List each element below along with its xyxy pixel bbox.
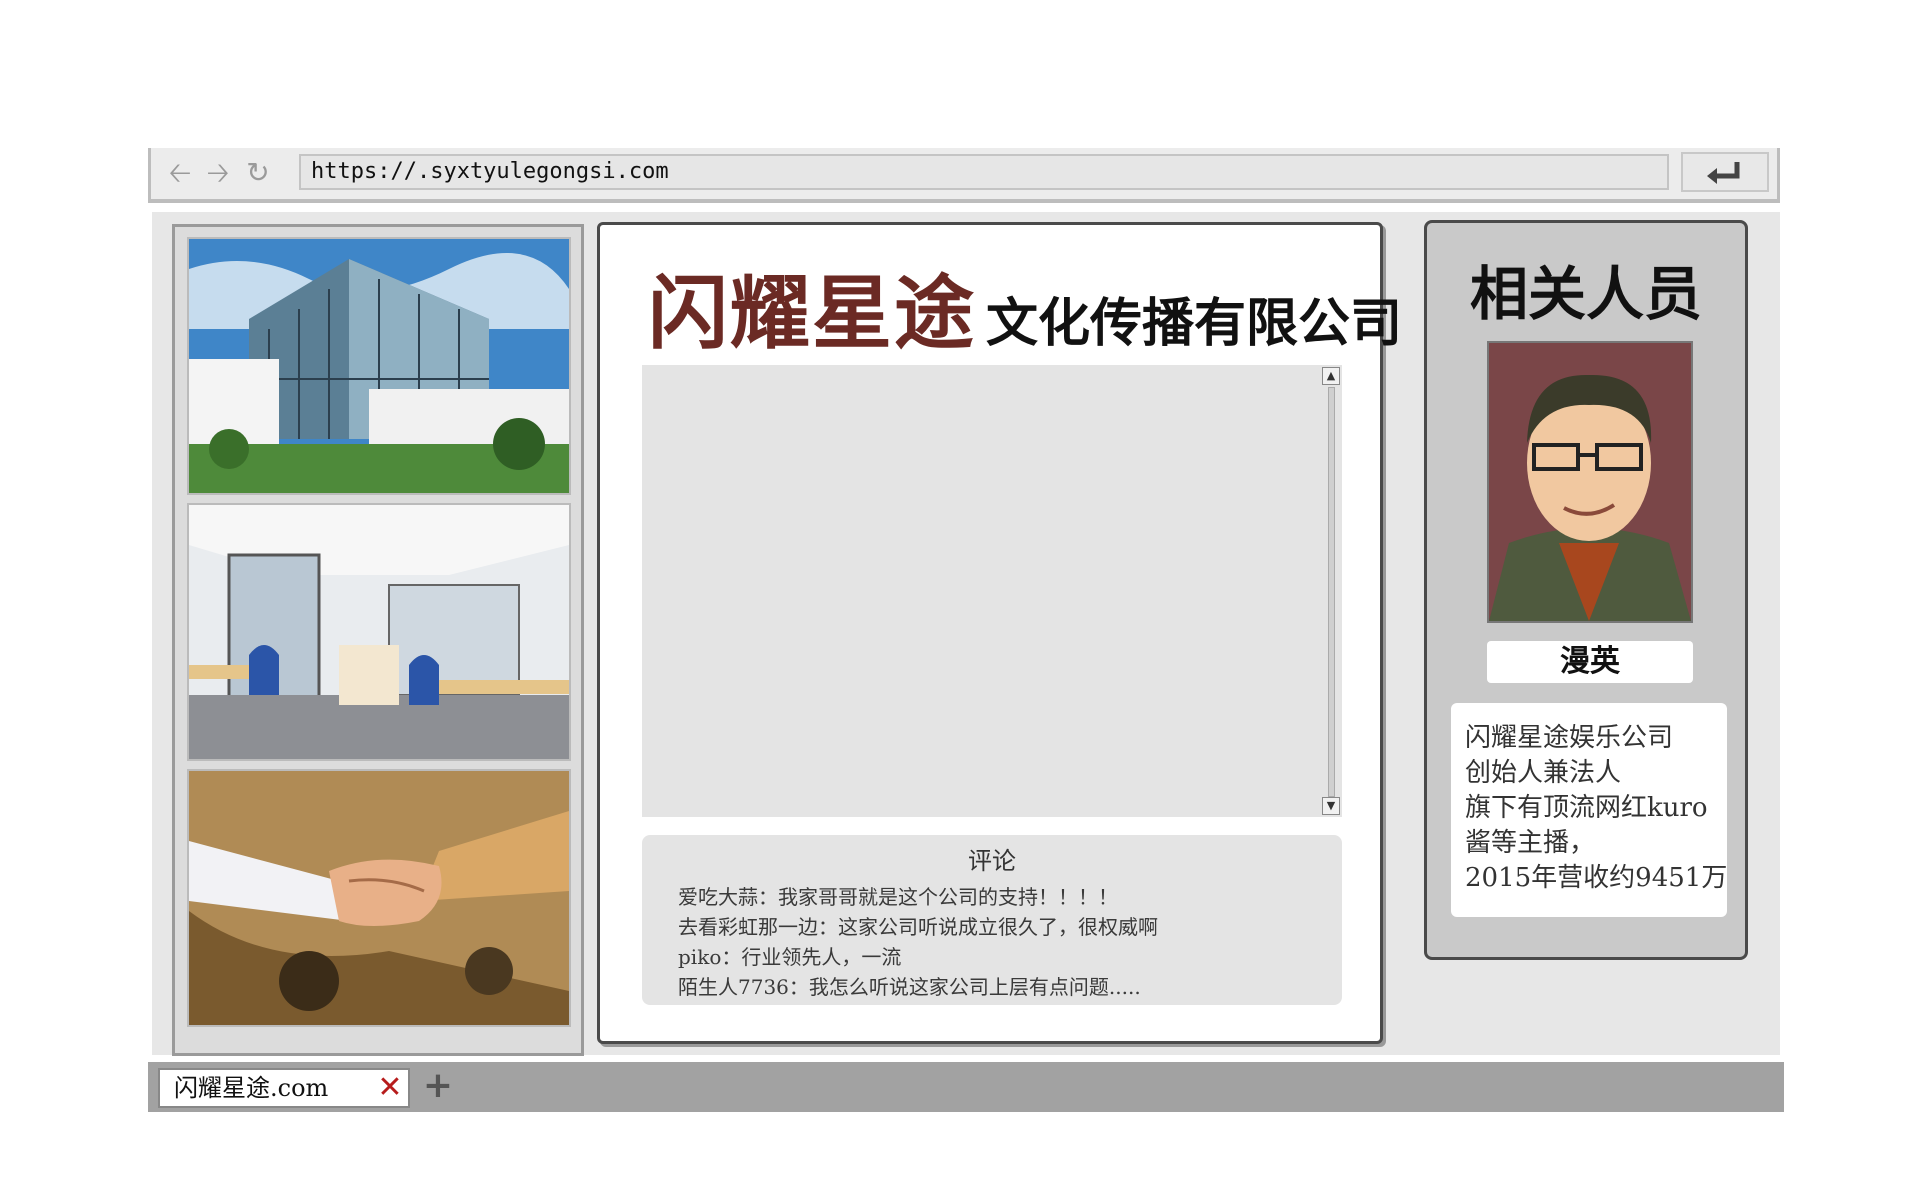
tab-bar: 闪耀星途.com ✕ + xyxy=(148,1062,1784,1112)
bio-line: 旗下有顶流网红kuro xyxy=(1465,793,1708,823)
url-bar[interactable]: https://.syxtyulegongsi.com xyxy=(299,154,1669,190)
scrollbar[interactable]: ▲ ▼ xyxy=(1322,367,1340,815)
comment-item: 陌生人7736：我怎么听说这家公司上层有点问题..... xyxy=(678,975,1141,999)
page-viewport: 闪耀星途 文化传播有限公司 ▲ ▼ 评论 爱吃大蒜：我家哥哥就是这个公司的支持！！… xyxy=(152,212,1780,1056)
comments-title: 评论 xyxy=(968,847,1016,875)
bio-line: 闪耀星途娱乐公司 xyxy=(1465,723,1674,753)
company-brand: 闪耀星途 xyxy=(648,266,976,360)
comment-item: piko：行业领先人，一流 xyxy=(678,945,902,969)
main-panel: 闪耀星途 文化传播有限公司 ▲ ▼ 评论 爱吃大蒜：我家哥哥就是这个公司的支持！！… xyxy=(597,222,1402,1044)
handshake-photo xyxy=(187,769,571,1027)
content-area[interactable]: ▲ ▼ xyxy=(642,365,1342,817)
close-tab-icon[interactable]: ✕ xyxy=(376,1070,404,1106)
company-suffix: 文化传播有限公司 xyxy=(986,293,1403,354)
person-bio: 闪耀星途娱乐公司 创始人兼法人 旗下有顶流网红kuro 酱等主播， 2015年营… xyxy=(1451,703,1727,917)
related-person-card: 相关人员 漫英 闪耀星途娱乐公司 创始人兼法人 旗下有顶流网红kuro 酱等主播… xyxy=(1424,220,1748,960)
browser-tab[interactable]: 闪耀星途.com ✕ xyxy=(158,1068,410,1108)
bio-line: 创始人兼法人 xyxy=(1465,758,1622,788)
scroll-track[interactable] xyxy=(1328,387,1335,797)
reload-icon[interactable]: ↻ xyxy=(243,158,273,188)
person-name: 漫英 xyxy=(1487,641,1693,683)
comments-section: 评论 爱吃大蒜：我家哥哥就是这个公司的支持！！！！ 去看彩虹那一边：这家公司听说… xyxy=(642,835,1342,1005)
person-heading: 相关人员 xyxy=(1469,260,1702,328)
office-building-photo xyxy=(187,237,571,495)
forward-arrow-icon[interactable]: 🡢 xyxy=(203,158,233,188)
office-interior-photo xyxy=(187,503,571,761)
scroll-down-icon[interactable]: ▼ xyxy=(1322,797,1340,815)
scroll-up-icon[interactable]: ▲ xyxy=(1322,367,1340,385)
bio-line: 酱等主播， xyxy=(1465,828,1596,858)
company-title: 闪耀星途 文化传播有限公司 xyxy=(648,249,1402,365)
comment-item: 爱吃大蒜：我家哥哥就是这个公司的支持！！！！ xyxy=(678,885,1118,909)
browser-toolbar: 🡠 🡢 ↻ https://.syxtyulegongsi.com xyxy=(148,148,1780,203)
tab-label: 闪耀星途.com xyxy=(174,1074,329,1102)
go-button[interactable] xyxy=(1681,152,1769,192)
back-arrow-icon[interactable]: 🡠 xyxy=(165,158,195,188)
bio-line: 2015年营收约9451万 xyxy=(1465,863,1728,893)
enter-icon xyxy=(1707,162,1740,184)
photo-gallery xyxy=(172,224,584,1056)
new-tab-icon[interactable]: + xyxy=(420,1068,456,1104)
comment-item: 去看彩虹那一边：这家公司听说成立很久了，很权威啊 xyxy=(678,915,1158,939)
person-portrait xyxy=(1487,341,1693,623)
